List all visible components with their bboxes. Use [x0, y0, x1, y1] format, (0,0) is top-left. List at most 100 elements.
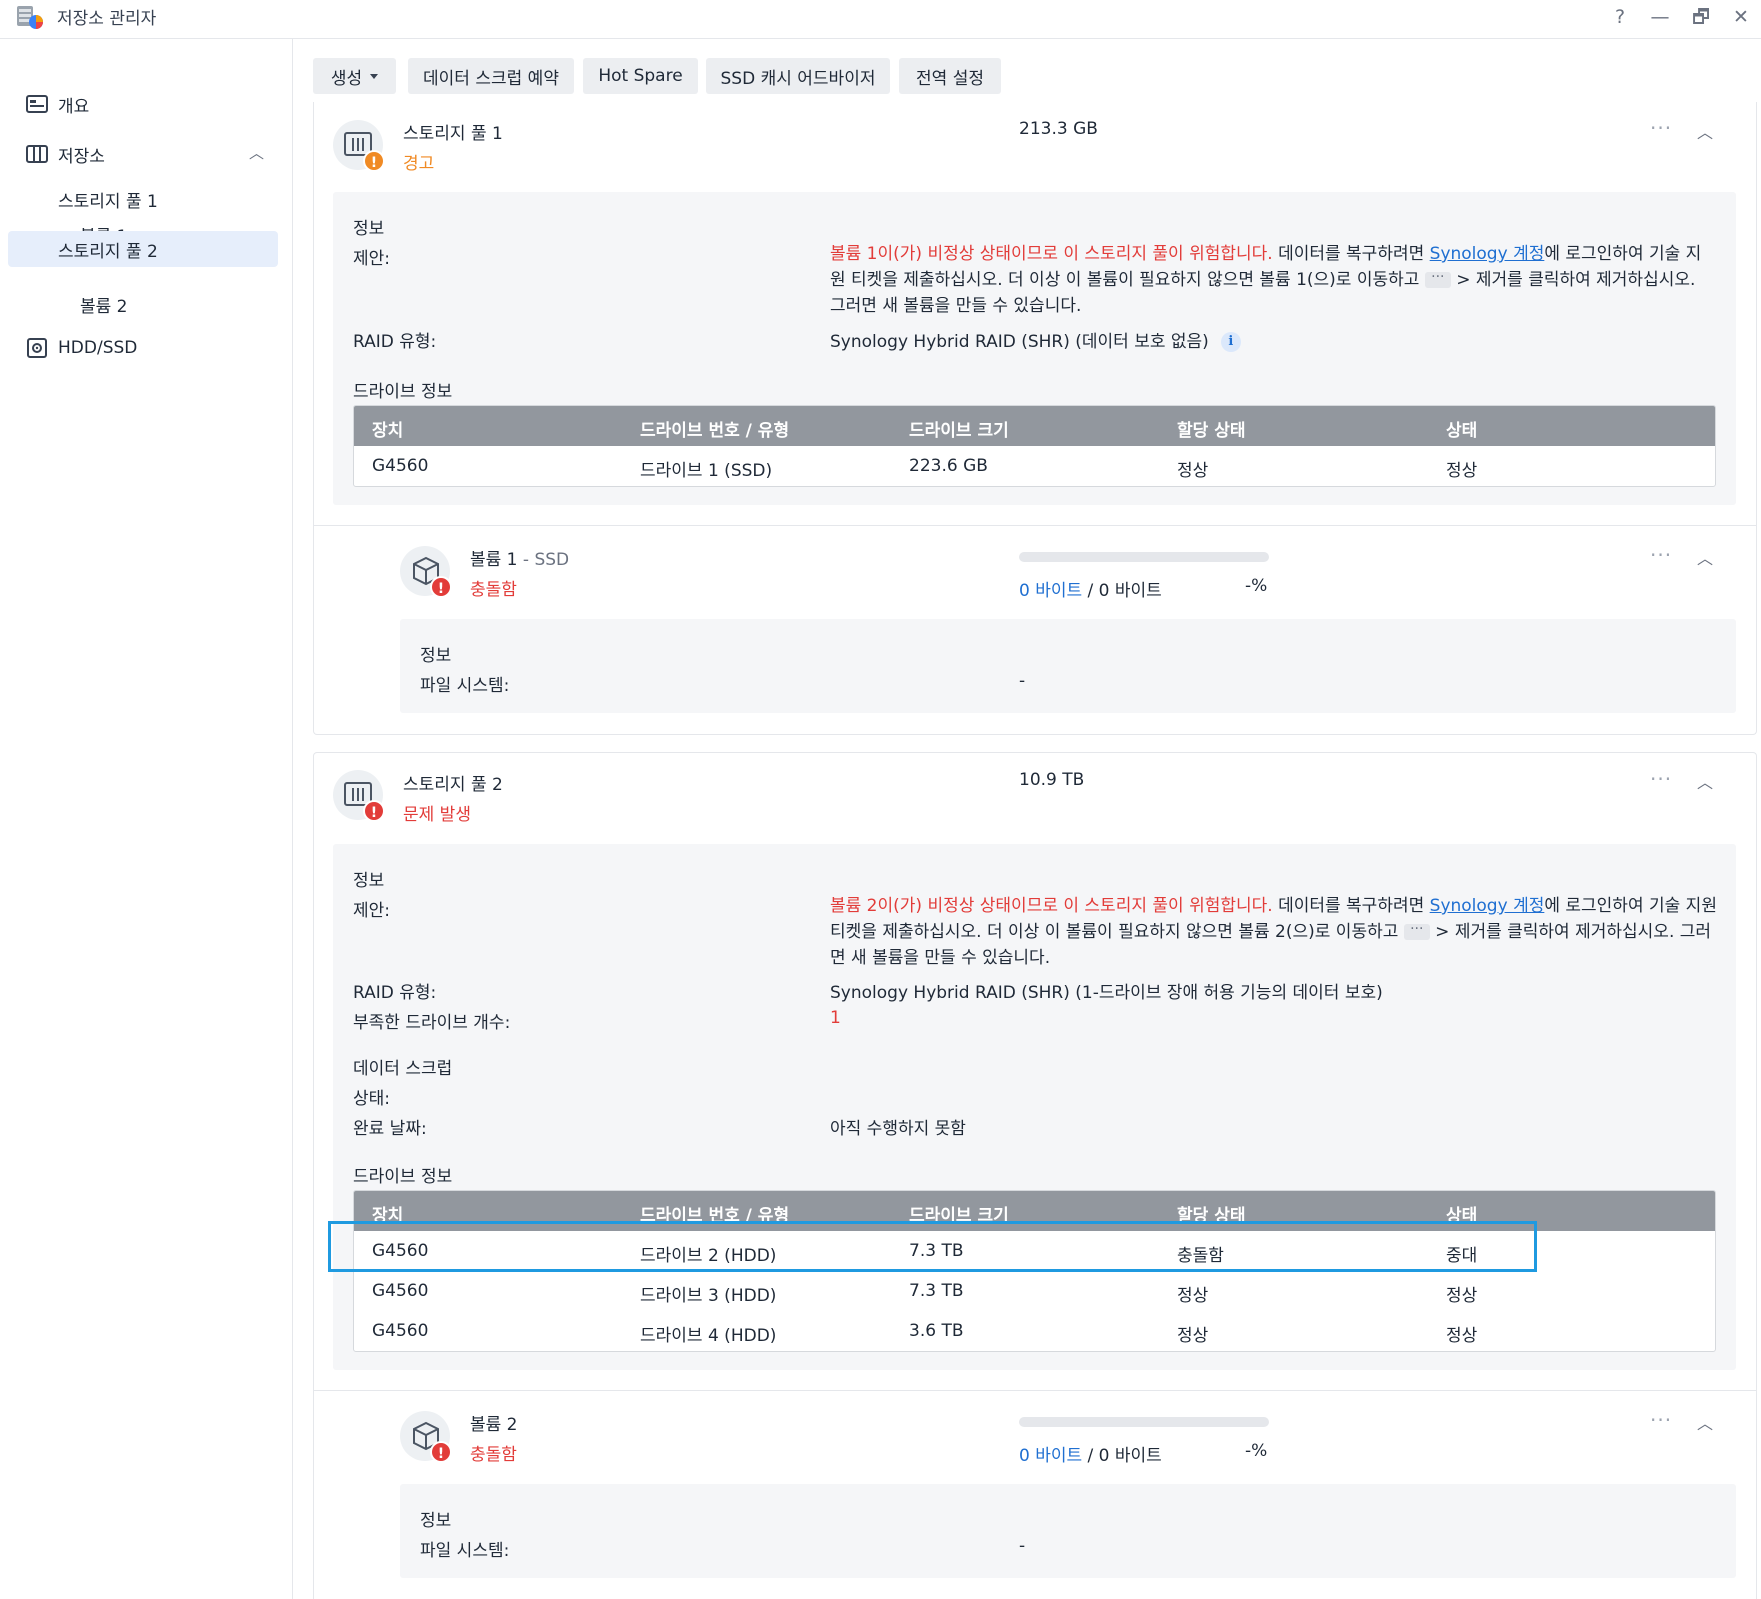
synology-account-link[interactable]: Synology 계정	[1430, 244, 1545, 264]
overview-icon	[26, 95, 48, 113]
sidebar-item-overview[interactable]: 개요	[8, 86, 278, 122]
column-header-size[interactable]: 드라이브 크기	[909, 416, 1009, 441]
chevron-up-icon[interactable]: ︿	[249, 142, 264, 163]
cell-alloc: 정상	[1177, 1326, 1209, 1346]
collapse-chevron-icon[interactable]: ︿	[1697, 1410, 1713, 1434]
synology-account-link[interactable]: Synology 계정	[1430, 896, 1545, 916]
pool-1-capacity: 213.3 GB	[1019, 119, 1098, 139]
volume-2-usage-text: 0 바이트 / 0 바이트	[1019, 1441, 1162, 1466]
column-header-drive[interactable]: 드라이브 번호 / 유형	[640, 1201, 789, 1226]
pool-2-scrub-title: 데이터 스크럽	[353, 1059, 453, 1079]
cell-size: 223.6 GB	[909, 456, 988, 476]
more-options-icon: ···	[1424, 270, 1451, 288]
minimize-icon[interactable]: —	[1647, 4, 1673, 30]
cell-device: G4560	[372, 456, 429, 476]
warning-badge-icon: !	[363, 150, 385, 172]
pool-2-missing-value: 1	[830, 1008, 841, 1028]
cell-device: G4560	[372, 1321, 429, 1341]
table-row[interactable]: G4560 드라이브 2 (HDD) 7.3 TB 충돌함 중대	[354, 1231, 1715, 1271]
pool-1-info-title: 정보	[353, 219, 385, 239]
pool-1-raid-label: RAID 유형:	[353, 332, 437, 352]
pool-2-raid-value: Synology Hybrid RAID (SHR) (1-드라이브 장애 허용…	[830, 983, 1383, 1003]
hot-spare-button[interactable]: Hot Spare	[583, 58, 698, 94]
cell-drive: 드라이브 3 (HDD)	[640, 1286, 777, 1306]
divider	[313, 525, 1757, 526]
cell-status: 정상	[1446, 1286, 1478, 1306]
volume-1-status: 충돌함	[470, 580, 517, 600]
pool-1-suggestion-label: 제안:	[353, 249, 391, 269]
sidebar-item-storage-pool-2[interactable]: 스토리지 풀 2	[8, 231, 278, 267]
pool-2-info-title: 정보	[353, 871, 385, 891]
pool-2-suggestion-pre: 데이터를 복구하려면	[1272, 896, 1430, 916]
sidebar-item-label: 개요	[58, 96, 90, 117]
pool-2-name: 스토리지 풀 2	[403, 775, 503, 795]
volume-2-name: 볼륨 2	[470, 1415, 518, 1435]
column-header-device[interactable]: 장치	[372, 1201, 403, 1226]
more-options-icon[interactable]: ···	[1650, 116, 1672, 140]
create-button[interactable]: 생성	[313, 58, 396, 94]
divider	[313, 1390, 1757, 1391]
table-header: 장치 드라이브 번호 / 유형 드라이브 크기 할당 상태 상태	[354, 406, 1715, 446]
column-header-alloc[interactable]: 할당 상태	[1177, 1201, 1245, 1226]
volume-2-total: / 0 바이트	[1082, 1446, 1162, 1466]
collapse-chevron-icon[interactable]: ︿	[1697, 545, 1713, 569]
more-options-icon[interactable]: ···	[1650, 767, 1672, 791]
ssd-cache-advisor-button[interactable]: SSD 캐시 어드바이저	[706, 58, 890, 94]
sidebar-item-label: 저장소	[58, 146, 105, 167]
help-icon[interactable]: ?	[1607, 4, 1633, 30]
column-header-size[interactable]: 드라이브 크기	[909, 1201, 1009, 1226]
pool-icon-wrapper: !	[333, 120, 385, 172]
volume-2-status: 충돌함	[470, 1445, 517, 1465]
collapse-chevron-icon[interactable]: ︿	[1697, 769, 1713, 793]
global-settings-button[interactable]: 전역 설정	[899, 58, 1001, 94]
cell-drive: 드라이브 1 (SSD)	[640, 461, 773, 481]
restore-icon[interactable]: 🗗	[1688, 4, 1714, 30]
info-icon[interactable]: i	[1220, 332, 1241, 352]
error-badge-icon: !	[430, 576, 452, 598]
sidebar: 개요 저장소 ︿ 스토리지 풀 1 볼륨 1 스토리지 풀 2 볼륨 2 HDD…	[0, 39, 293, 1599]
volume-2-fs-label: 파일 시스템:	[420, 1541, 510, 1561]
volume-icon-wrapper: !	[400, 1411, 452, 1463]
cell-size: 7.3 TB	[909, 1241, 964, 1261]
column-header-drive[interactable]: 드라이브 번호 / 유형	[640, 416, 789, 441]
sidebar-item-storage[interactable]: 저장소 ︿	[8, 136, 278, 172]
volume-1-usage-bar	[1019, 552, 1269, 562]
column-header-alloc[interactable]: 할당 상태	[1177, 416, 1245, 441]
pool-1-raid-text: Synology Hybrid RAID (SHR) (데이터 보호 없음)	[830, 332, 1209, 352]
volume-1-info-box	[400, 619, 1736, 713]
table-row[interactable]: G4560 드라이브 1 (SSD) 223.6 GB 정상 정상	[354, 446, 1715, 486]
cell-size: 7.3 TB	[909, 1281, 964, 1301]
cell-device: G4560	[372, 1241, 429, 1261]
sidebar-item-label: HDD/SSD	[58, 338, 138, 358]
pool-1-raid-value: Synology Hybrid RAID (SHR) (데이터 보호 없음) i	[830, 327, 1241, 352]
pool-2-missing-label: 부족한 드라이브 개수:	[353, 1013, 511, 1033]
cell-status: 정상	[1446, 1326, 1478, 1346]
pool-1-status: 경고	[403, 154, 435, 174]
column-header-device[interactable]: 장치	[372, 416, 403, 441]
sidebar-item-storage-pool-1[interactable]: 스토리지 풀 1	[8, 181, 278, 217]
collapse-chevron-icon[interactable]: ︿	[1697, 119, 1713, 143]
table-header: 장치 드라이브 번호 / 유형 드라이브 크기 할당 상태 상태	[354, 1191, 1715, 1231]
sidebar-item-hdd-ssd[interactable]: HDD/SSD	[8, 330, 278, 366]
hdd-icon	[27, 338, 47, 358]
sidebar-item-label: 스토리지 풀 2	[58, 241, 158, 262]
cell-status: 중대	[1446, 1246, 1478, 1266]
pool-1-suggestion-pre: 데이터를 복구하려면	[1272, 244, 1430, 264]
column-header-status[interactable]: 상태	[1446, 416, 1477, 441]
error-badge-icon: !	[430, 1441, 452, 1463]
volume-2-info-box	[400, 1484, 1736, 1578]
cell-drive: 드라이브 4 (HDD)	[640, 1326, 777, 1346]
close-icon[interactable]: ✕	[1728, 4, 1754, 30]
volume-1-name-text: 볼륨 1	[470, 550, 518, 570]
more-options-icon[interactable]: ···	[1650, 1408, 1672, 1432]
more-options-icon[interactable]: ···	[1650, 543, 1672, 567]
create-button-label: 생성	[330, 68, 363, 89]
table-row[interactable]: G4560 드라이브 3 (HDD) 7.3 TB 정상 정상	[354, 1271, 1715, 1311]
volume-1-fs-value: -	[1019, 671, 1026, 691]
cell-size: 3.6 TB	[909, 1321, 964, 1341]
sidebar-item-volume-2[interactable]: 볼륨 2	[8, 286, 278, 322]
column-header-status[interactable]: 상태	[1446, 1201, 1477, 1226]
window-title: 저장소 관리자	[57, 9, 157, 29]
scrub-schedule-button[interactable]: 데이터 스크럽 예약	[408, 58, 574, 94]
table-row[interactable]: G4560 드라이브 4 (HDD) 3.6 TB 정상 정상	[354, 1311, 1715, 1351]
